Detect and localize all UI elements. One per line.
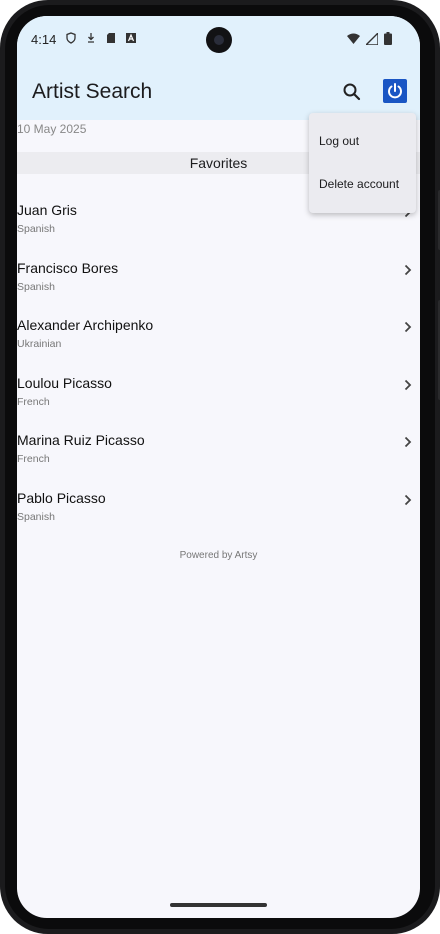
list-item[interactable]: Marina Ruiz Picasso French	[17, 430, 420, 488]
artist-nationality: Spanish	[17, 510, 55, 523]
download-icon	[88, 33, 94, 43]
status-time: 4:14	[31, 32, 57, 47]
artist-nationality: Spanish	[17, 223, 55, 235]
artist-name: Pablo Picasso	[17, 489, 106, 506]
search-icon[interactable]	[340, 80, 364, 104]
page-title: Artist Search	[32, 80, 153, 103]
artist-nationality: Ukrainian	[17, 338, 62, 351]
app-bar: 4:14 Artist Search	[17, 16, 420, 120]
list-item[interactable]: Pablo Picasso Spanish	[17, 488, 420, 546]
power-icon	[388, 83, 402, 99]
phone-frame: 4:14 Artist Search 10 May 2025 Favorites…	[0, 0, 440, 934]
menu-item-delete-account[interactable]: Delete account	[319, 177, 399, 191]
list-item[interactable]: Alexander Archipenko Ukrainian	[17, 315, 420, 373]
artist-name: Alexander Archipenko	[17, 317, 154, 334]
artist-name: Loulou Picasso	[17, 374, 112, 391]
artist-name: Juan Gris	[17, 202, 77, 218]
status-icons	[65, 32, 137, 44]
front-camera	[206, 27, 232, 53]
text-a-icon	[126, 33, 136, 43]
artist-list: Juan Gris Spanish Francisco Bores Spanis…	[17, 200, 420, 546]
artist-nationality: Spanish	[17, 280, 55, 293]
sd-card-icon	[107, 33, 115, 43]
shield-icon	[66, 32, 76, 44]
chevron-right-icon	[404, 379, 412, 390]
chevron-right-icon	[404, 494, 412, 506]
artist-nationality: French	[17, 395, 50, 408]
chevron-right-icon	[404, 322, 412, 333]
chevron-right-icon	[404, 264, 412, 275]
artist-name: Marina Ruiz Picasso	[17, 432, 145, 449]
date-label: 10 May 2025	[17, 122, 87, 136]
list-item[interactable]: Francisco Bores Spanish	[17, 258, 420, 316]
artist-name: Francisco Bores	[17, 259, 119, 276]
battery-icon	[384, 32, 392, 45]
wifi-icon	[347, 33, 360, 44]
menu-item-log-out[interactable]: Log out	[319, 134, 359, 148]
screen: 4:14 Artist Search 10 May 2025 Favorites…	[17, 16, 420, 918]
power-button[interactable]	[383, 79, 407, 103]
powered-by-footer: Powered by Artsy	[179, 550, 258, 561]
overflow-menu: Log out Delete account	[309, 113, 416, 213]
artist-nationality: French	[17, 453, 50, 466]
status-right	[347, 32, 392, 45]
signal-icon	[366, 32, 378, 45]
list-item[interactable]: Loulou Picasso French	[17, 373, 420, 431]
home-indicator[interactable]	[170, 903, 267, 907]
chevron-right-icon	[404, 437, 412, 448]
